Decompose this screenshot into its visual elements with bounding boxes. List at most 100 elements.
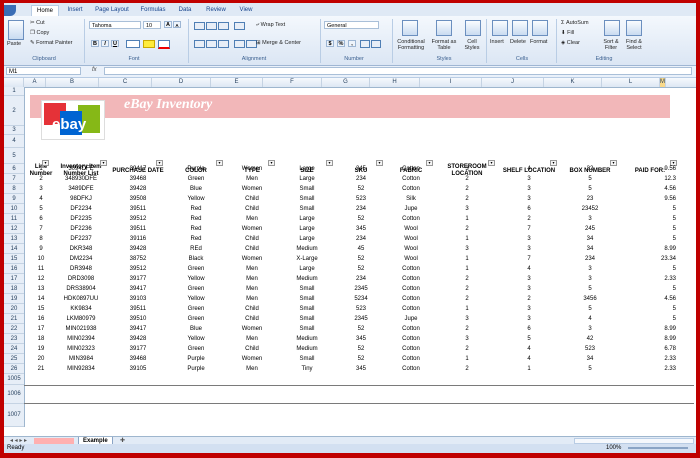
row-header[interactable]: 6 — [4, 164, 24, 174]
table-cell[interactable]: DF2235 — [52, 214, 110, 224]
table-cell[interactable]: Cotton — [386, 274, 436, 284]
table-cell[interactable]: 2 — [436, 174, 498, 184]
align-middle-icon[interactable] — [206, 22, 217, 30]
fx-icon[interactable]: fx — [92, 67, 97, 73]
table-cell[interactable]: 4.56 — [620, 294, 676, 304]
table-cell[interactable]: 234 — [336, 174, 386, 184]
table-cell[interactable]: Large — [278, 264, 336, 274]
table-cell[interactable]: 3 — [436, 314, 498, 324]
table-cell[interactable]: Small — [278, 184, 336, 194]
column-header[interactable]: J — [482, 78, 544, 87]
table-cell[interactable]: 4.56 — [620, 184, 676, 194]
table-cell[interactable]: DF2237 — [52, 234, 110, 244]
table-cell[interactable]: 39177 — [110, 274, 166, 284]
table-cell[interactable]: 6 — [498, 324, 560, 334]
table-cell[interactable]: 234 — [336, 204, 386, 214]
table-cell[interactable]: 9 — [30, 244, 52, 254]
table-cell[interactable]: 3 — [498, 304, 560, 314]
table-cell[interactable]: 21 — [30, 364, 52, 374]
table-cell[interactable]: 39417 — [110, 324, 166, 334]
table-cell[interactable]: 20 — [30, 354, 52, 364]
tab-page-layout[interactable]: Page Layout — [92, 5, 132, 16]
table-cell[interactable]: 6 — [30, 214, 52, 224]
shrink-font-button[interactable]: A — [173, 21, 181, 28]
table-cell[interactable]: 7 — [498, 254, 560, 264]
row-header[interactable]: 13 — [4, 234, 24, 244]
table-cell[interactable]: Wool — [386, 234, 436, 244]
table-cell[interactable]: 45 — [336, 244, 386, 254]
table-cell[interactable]: 39511 — [110, 304, 166, 314]
table-cell[interactable]: MIN02394 — [52, 334, 110, 344]
row-header[interactable]: 12 — [4, 224, 24, 234]
table-cell[interactable]: 39417 — [110, 164, 166, 174]
find-select-button[interactable]: Find & Select — [623, 39, 645, 51]
table-cell[interactable]: 2 — [498, 214, 560, 224]
row-header[interactable]: 23 — [4, 334, 24, 344]
table-cell[interactable]: Red — [166, 204, 226, 214]
table-cell[interactable]: 39511 — [110, 204, 166, 214]
table-cell[interactable]: 5 — [30, 204, 52, 214]
table-cell[interactable]: 98DFKJ — [52, 194, 110, 204]
table-cell[interactable]: 2 — [498, 294, 560, 304]
table-cell[interactable]: 5 — [620, 314, 676, 324]
align-top-icon[interactable] — [194, 22, 205, 30]
table-cell[interactable]: 1 — [30, 164, 52, 174]
table-cell[interactable]: 4 — [498, 354, 560, 364]
table-cell[interactable]: Men — [226, 264, 278, 274]
row-header[interactable]: 16 — [4, 264, 24, 274]
table-cell[interactable]: Purple — [166, 354, 226, 364]
row-header[interactable]: 7 — [4, 174, 24, 184]
table-cell[interactable]: 39468 — [110, 174, 166, 184]
table-cell[interactable]: Cotton — [386, 294, 436, 304]
table-cell[interactable]: 39510 — [110, 314, 166, 324]
table-cell[interactable]: Large — [278, 234, 336, 244]
row-header[interactable]: 18 — [4, 284, 24, 294]
zoom-slider[interactable] — [628, 447, 688, 449]
table-cell[interactable]: KK9834 — [52, 304, 110, 314]
table-cell[interactable]: Purple — [166, 364, 226, 374]
table-cell[interactable]: 4 — [498, 344, 560, 354]
table-cell[interactable]: Cotton — [386, 334, 436, 344]
column-header[interactable]: B — [46, 78, 99, 87]
table-cell[interactable]: Large — [278, 174, 336, 184]
table-cell[interactable]: 3 — [560, 324, 620, 334]
merge-center-button[interactable]: ⊞ Merge & Center — [256, 40, 301, 46]
table-cell[interactable]: Women — [226, 254, 278, 264]
table-cell[interactable]: 3 — [498, 274, 560, 284]
table-cell[interactable]: REd — [166, 244, 226, 254]
table-cell[interactable]: 348930DFE — [52, 174, 110, 184]
table-cell[interactable]: 42 — [560, 334, 620, 344]
table-cell[interactable]: 3 — [498, 194, 560, 204]
table-cell[interactable]: 39511 — [110, 224, 166, 234]
format-as-table-button[interactable]: Format as Table — [430, 39, 458, 51]
table-cell[interactable]: 3 — [498, 284, 560, 294]
table-cell[interactable]: Cotton — [386, 164, 436, 174]
decrease-indent-icon[interactable] — [234, 40, 245, 48]
table-cell[interactable]: Small — [278, 194, 336, 204]
table-cell[interactable]: 39428 — [110, 244, 166, 254]
row-header[interactable]: 24 — [4, 344, 24, 354]
table-cell[interactable]: 2345 — [336, 314, 386, 324]
table-cell[interactable]: 5 — [620, 264, 676, 274]
insert-cells-icon[interactable] — [492, 20, 508, 36]
table-cell[interactable]: 3 — [436, 244, 498, 254]
table-cell[interactable]: Medium — [278, 344, 336, 354]
table-cell[interactable]: 1 — [436, 264, 498, 274]
table-cell[interactable]: MIN021938 — [52, 324, 110, 334]
table-cell[interactable]: 4 — [30, 194, 52, 204]
table-cell[interactable]: 5 — [560, 364, 620, 374]
table-cell[interactable]: 3 — [560, 274, 620, 284]
format-cells-button[interactable]: Format — [530, 39, 547, 45]
table-cell[interactable]: Green — [166, 284, 226, 294]
table-cell[interactable]: 23452 — [560, 204, 620, 214]
fill-color-icon[interactable] — [143, 40, 155, 48]
table-cell[interactable]: Child — [226, 314, 278, 324]
table-cell[interactable]: Child — [226, 204, 278, 214]
decrease-decimal-icon[interactable] — [371, 40, 381, 48]
table-cell[interactable]: 523 — [336, 194, 386, 204]
table-cell[interactable]: Small — [278, 354, 336, 364]
table-cell[interactable]: Green — [166, 314, 226, 324]
font-name-combo[interactable]: Tahoma — [89, 21, 141, 29]
fill-button[interactable]: ⬇ Fill — [561, 30, 574, 36]
table-cell[interactable]: Medium — [278, 334, 336, 344]
